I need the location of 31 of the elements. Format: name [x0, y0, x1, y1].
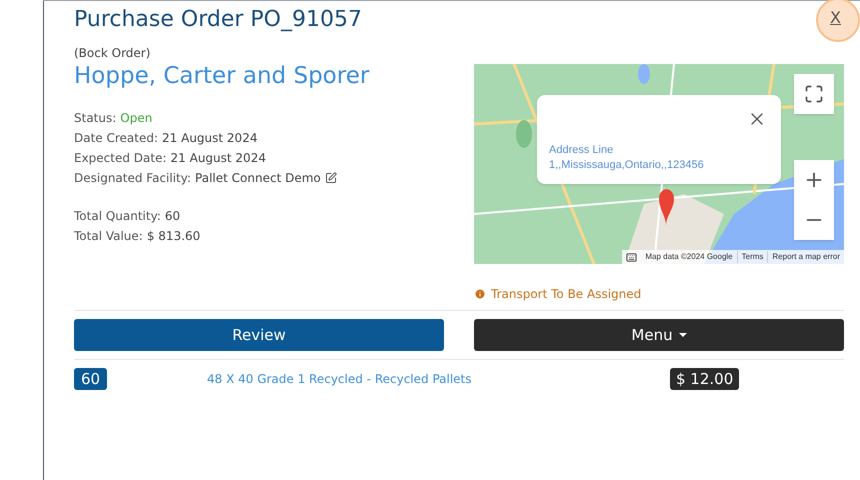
keyboard-icon[interactable]: [626, 252, 638, 262]
info-icon: [474, 288, 486, 300]
attribution-link[interactable]: Report a map error: [767, 251, 844, 263]
quantity-badge: 60: [74, 368, 107, 390]
address-text: Address Line 1,,Mississauga,Ontario,,123456: [549, 143, 705, 173]
menu-button[interactable]: Menu: [474, 319, 844, 351]
edit-icon[interactable]: [324, 172, 337, 184]
total-value: $ 813.60: [146, 228, 200, 245]
attribution-link[interactable]: Map data ©2024 Google: [641, 251, 737, 263]
fullscreen-icon: [804, 84, 824, 104]
detail-label: Status:: [74, 110, 116, 127]
detail-value: 21 August 2024: [162, 130, 258, 147]
detail-value: Open: [120, 110, 152, 127]
detail-label: Expected Date:: [74, 150, 167, 167]
price-badge: $ 12.00: [670, 368, 740, 390]
detail-value: 21 August 2024: [170, 150, 266, 167]
close-link[interactable]: X: [830, 8, 841, 28]
total-value: 60: [164, 208, 180, 225]
fullscreen-button[interactable]: [794, 74, 834, 114]
page-title: Purchase Order PO_91057: [74, 6, 363, 34]
total-label: Total Value:: [74, 228, 143, 245]
transport-status: Transport To Be Assigned: [491, 286, 642, 303]
caret-icon: [678, 332, 687, 338]
detail-value: Pallet Connect Demo: [195, 170, 321, 187]
attribution-link[interactable]: Terms: [736, 251, 768, 263]
detail-label: Designated Facility:: [74, 170, 192, 187]
detail-label: Date Created:: [74, 130, 158, 147]
order-type: (Bock Order): [74, 45, 152, 62]
supplier-name: Hoppe, Carter and Sporer: [74, 62, 370, 90]
review-button[interactable]: Review: [74, 319, 444, 351]
total-label: Total Quantity:: [74, 208, 161, 225]
